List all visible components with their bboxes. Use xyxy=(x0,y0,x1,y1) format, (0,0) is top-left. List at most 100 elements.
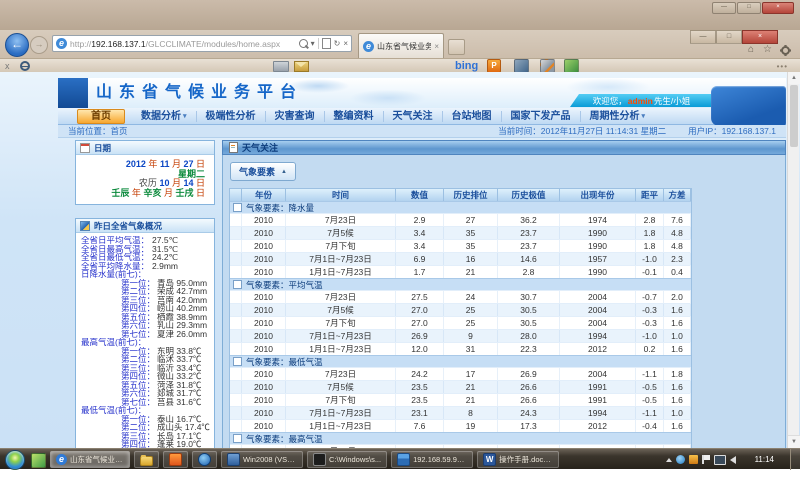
task-button-player[interactable] xyxy=(192,451,217,468)
tools-gear-icon[interactable] xyxy=(781,46,790,55)
cell: 2010 xyxy=(242,291,286,303)
show-desktop-button[interactable] xyxy=(790,449,800,470)
tray-network-icon[interactable] xyxy=(676,455,685,464)
table-data-row: 20107月5候27.02530.52004-0.31.6 xyxy=(230,303,691,316)
bg-close-button[interactable]: × xyxy=(762,2,794,14)
bing-logo[interactable]: bing xyxy=(455,60,478,72)
task-button-folder[interactable] xyxy=(134,451,159,468)
task-button-media[interactable] xyxy=(163,451,188,468)
cell-expand xyxy=(230,343,242,355)
cell: 24.2 xyxy=(396,368,444,380)
nav-item-label: 国家下发产品 xyxy=(511,111,571,122)
cell: 1990 xyxy=(560,227,636,239)
rank-line: 第一位：青岛 95.0mm xyxy=(81,279,212,288)
url-text[interactable]: http://192.168.137.1/GLCCLIMATE/modules/… xyxy=(67,39,299,49)
tray-expand-icon[interactable] xyxy=(666,458,672,462)
cell: 7月1日~7月23日 xyxy=(286,407,396,419)
start-button[interactable] xyxy=(5,450,25,470)
stat-value: 31.5℃ xyxy=(152,245,178,254)
cell: -1.0 xyxy=(636,330,664,342)
compatibility-view-icon[interactable] xyxy=(322,38,331,49)
addon-people-icon[interactable] xyxy=(564,59,579,73)
tray-display-icon[interactable] xyxy=(714,455,726,465)
bg-maximize-button[interactable]: □ xyxy=(737,2,761,14)
scroll-thumb[interactable] xyxy=(790,85,798,147)
task-button-rdp[interactable]: 192.168.59.99... xyxy=(391,451,473,468)
table-group-row[interactable]: 气象要素：平均气温 xyxy=(230,278,691,290)
nav-item-label: 台站地图 xyxy=(452,111,492,122)
table-group-row[interactable]: 气象要素：最低气温 xyxy=(230,355,691,367)
search-icon[interactable] xyxy=(299,39,308,48)
stat-label: 全省日最高气温： xyxy=(81,245,149,254)
printer-icon[interactable] xyxy=(273,61,289,72)
page-scrollbar[interactable]: ▲ ▼ xyxy=(787,72,799,448)
new-tab-button[interactable] xyxy=(448,39,465,55)
taskbar-clock[interactable]: 11:14 xyxy=(755,449,774,470)
nav-item-3[interactable]: 灾害查询 xyxy=(266,111,325,122)
main-panel: 天气关注 气象要素 ▲ 年份时间数值历史排位历史极值出现年份距平方差 气象要素：… xyxy=(222,140,786,448)
date-segment: 农历 xyxy=(139,178,160,188)
forward-button[interactable]: → xyxy=(30,36,48,54)
group-checkbox[interactable] xyxy=(233,203,242,212)
tab-close-icon[interactable]: × xyxy=(434,42,439,51)
ie-favicon: e xyxy=(56,38,67,49)
envelope-icon[interactable] xyxy=(294,61,309,72)
group-checkbox[interactable] xyxy=(233,357,242,366)
rank-group-header: 最低气温(前七)： xyxy=(81,406,212,415)
search-dropdown-icon[interactable]: ▾ xyxy=(311,39,315,48)
cell: 1991 xyxy=(560,394,636,406)
table-group-row[interactable]: 气象要素：最高气温 xyxy=(230,432,691,444)
address-bar[interactable]: e http://192.168.137.1/GLCCLIMATE/module… xyxy=(52,35,352,52)
table-data-row: 20107月23日2.92736.219742.87.6 xyxy=(230,213,691,226)
tray-volume-icon[interactable] xyxy=(730,456,736,464)
addon-more-button[interactable]: ••• xyxy=(777,62,788,71)
rank-line: 第二位：荣成 42.7mm xyxy=(81,287,212,296)
home-icon[interactable]: ⌂ xyxy=(748,45,754,55)
stop-icon[interactable]: × xyxy=(343,39,348,48)
rank-value: 莒县 31.6℃ xyxy=(157,398,201,407)
scroll-up-arrow[interactable]: ▲ xyxy=(788,72,800,84)
scroll-down-arrow[interactable]: ▼ xyxy=(788,435,800,448)
browser-tab[interactable]: e 山东省气候业务平... × xyxy=(358,33,444,58)
refresh-icon[interactable]: ↻ xyxy=(334,39,341,48)
column-header: 历史排位 xyxy=(444,189,498,201)
nav-item-5[interactable]: 天气关注 xyxy=(384,111,443,122)
status-user-ip: 用户IP：192.168.137.1 xyxy=(688,125,776,137)
bing-badge-icon[interactable]: P xyxy=(487,59,501,73)
back-button[interactable]: ← xyxy=(5,33,29,57)
task-button-vm[interactable]: Win2008 (VS2... xyxy=(221,451,303,468)
nav-item-4[interactable]: 整编资料 xyxy=(325,111,384,122)
task-button-cmd[interactable]: C:\Windows\s... xyxy=(307,451,387,468)
task-button-word[interactable]: W操作手册.docx -... xyxy=(477,451,559,468)
nav-item-1[interactable]: 数据分析▾ xyxy=(132,111,197,122)
tray-action-center-flag-icon[interactable] xyxy=(702,455,710,464)
nav-item-0[interactable]: 首页 xyxy=(77,109,125,124)
cell-expand xyxy=(230,214,242,226)
bg-minimize-button[interactable]: — xyxy=(712,2,736,14)
addon-camera-icon[interactable] xyxy=(514,59,529,73)
nav-item-6[interactable]: 台站地图 xyxy=(443,111,502,122)
nav-item-2[interactable]: 极端性分析 xyxy=(197,111,266,122)
element-filter-button[interactable]: 气象要素 ▲ xyxy=(230,162,296,181)
main-nav-bar: 首页数据分析▾极端性分析灾害查询整编资料天气关注台站地图 国家下发产品周期性分析▾ xyxy=(58,108,786,125)
url-path: /GLCCLIMATE/modules/home.aspx xyxy=(146,39,280,49)
window-minimize-button[interactable]: — xyxy=(690,30,716,44)
nav-item-7[interactable]: 国家下发产品 xyxy=(502,111,581,122)
group-checkbox[interactable] xyxy=(233,434,242,443)
table-group-row[interactable]: 气象要素：降水量 xyxy=(230,201,691,213)
calendar-icon xyxy=(80,143,90,153)
favorites-star-icon[interactable]: ☆ xyxy=(763,45,772,55)
tray-update-icon[interactable] xyxy=(689,455,698,464)
addon-satellite-icon[interactable] xyxy=(540,59,555,73)
cell: 0.4 xyxy=(664,266,691,278)
nav-item-8[interactable]: 周期性分析▾ xyxy=(581,111,655,122)
task-button-ie[interactable]: e山东省气候业务... xyxy=(50,451,130,468)
pinned-app-icon[interactable] xyxy=(31,453,46,468)
addon-close-label[interactable]: x xyxy=(5,61,10,71)
date-segment: 日 xyxy=(193,178,205,188)
window-maximize-button[interactable]: □ xyxy=(716,30,742,44)
window-close-button[interactable]: × xyxy=(742,30,778,44)
addon-blocker-icon[interactable] xyxy=(20,61,30,71)
date-segment: 月 xyxy=(161,188,175,198)
group-checkbox[interactable] xyxy=(233,280,242,289)
